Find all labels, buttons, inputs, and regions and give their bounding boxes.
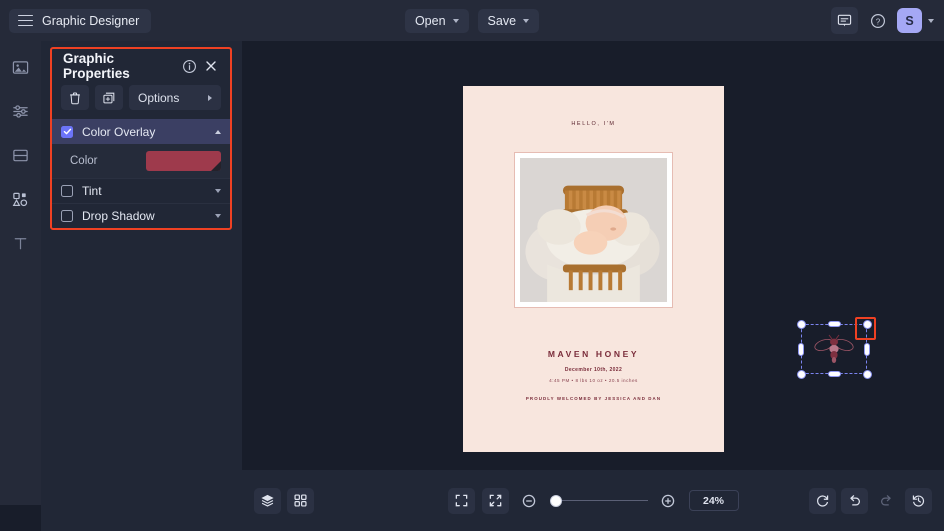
chevron-down-icon[interactable]: [215, 214, 221, 218]
app-title: Graphic Designer: [42, 13, 140, 28]
page-title: Graphic Properties: [63, 51, 130, 81]
sidebar-item-layouts[interactable]: [7, 141, 35, 169]
avatar[interactable]: S: [897, 8, 922, 33]
left-tool-rail: [0, 41, 41, 505]
sidebar-item-graphics[interactable]: [7, 185, 35, 213]
baby-photo[interactable]: [520, 158, 667, 302]
options-button[interactable]: Options: [129, 85, 221, 110]
handle-middle-left[interactable]: [798, 342, 804, 356]
image-icon: [12, 60, 29, 74]
design-card[interactable]: HELLO, I'M MAVEN HONEY December 10th, 20…: [463, 86, 724, 452]
main-menu-button[interactable]: Graphic Designer: [9, 8, 152, 33]
svg-text:?: ?: [875, 17, 880, 26]
zoom-level-input[interactable]: 24%: [688, 490, 739, 511]
history-button[interactable]: [905, 487, 932, 514]
reset-button[interactable]: [809, 487, 836, 514]
top-bar: Graphic Designer: [0, 0, 944, 41]
color-overlay-color-row: Color: [52, 144, 230, 178]
card-footer-text: PROUDLY WELCOMED BY JESSICA AND DAN: [525, 396, 662, 401]
handle-middle-right[interactable]: [864, 342, 870, 356]
sidebar-item-images[interactable]: [7, 53, 35, 81]
tint-checkbox[interactable]: [61, 185, 73, 197]
section-color-overlay[interactable]: Color Overlay: [52, 119, 230, 144]
handle-bottom-left[interactable]: [796, 369, 806, 379]
help-button[interactable]: ?: [864, 7, 891, 34]
photo-frame[interactable]: [514, 152, 673, 308]
tint-label: Tint: [82, 184, 102, 198]
open-label: Open: [414, 13, 446, 28]
hamburger-icon: [18, 14, 33, 27]
card-hello-text: HELLO, I'M: [571, 121, 616, 127]
bottom-toolbar: 24%: [242, 470, 944, 531]
redo-button[interactable]: [873, 488, 900, 514]
fit-selection-button[interactable]: [481, 487, 509, 514]
save-button[interactable]: Save: [477, 8, 540, 33]
chevron-right-icon: [208, 94, 212, 101]
highlight-annotation-box: [855, 317, 876, 340]
account-chevron-down-icon[interactable]: [928, 18, 934, 23]
section-tint[interactable]: Tint: [52, 178, 230, 203]
question-circle-icon: ?: [870, 13, 885, 28]
handle-top-center[interactable]: [827, 321, 841, 327]
refresh-icon: [817, 495, 829, 507]
zoom-slider[interactable]: [549, 494, 648, 507]
section-drop-shadow[interactable]: Drop Shadow: [52, 203, 230, 228]
sidebar-item-adjustments[interactable]: [7, 97, 35, 125]
top-bar-right-actions: ? S: [831, 0, 934, 41]
chevron-down-icon: [523, 18, 530, 23]
layout-icon: [13, 149, 28, 161]
fit-screen-icon: [455, 494, 467, 507]
chevron-down-icon: [452, 18, 459, 23]
card-stats-text: 4:45 PM • 8 lbs 10 oz • 20.5 inches: [549, 378, 638, 383]
trash-icon: [70, 92, 80, 104]
zoom-out-icon: [522, 494, 536, 507]
fit-screen-button[interactable]: [447, 487, 475, 514]
open-button[interactable]: Open: [404, 8, 469, 33]
handle-top-left[interactable]: [796, 319, 806, 329]
redo-icon: [881, 495, 891, 506]
color-label: Color: [70, 155, 98, 167]
drop-shadow-checkbox[interactable]: [61, 210, 73, 222]
color-swatch[interactable]: [145, 151, 221, 171]
panel-header: Graphic Properties: [52, 49, 230, 83]
save-label: Save: [487, 13, 517, 28]
comment-icon: [837, 14, 852, 27]
fit-selection-icon: [489, 494, 501, 507]
duplicate-button[interactable]: [95, 85, 123, 110]
panel-tool-row: Options: [52, 83, 230, 119]
sidebar-item-text[interactable]: [7, 229, 35, 257]
history-icon: [912, 495, 925, 507]
zoom-in-icon: [661, 494, 675, 507]
undo-icon: [850, 495, 860, 506]
card-date-text: December 10th, 2022: [564, 367, 623, 373]
delete-button[interactable]: [61, 85, 89, 110]
drop-shadow-label: Drop Shadow: [82, 209, 155, 223]
canvas-area[interactable]: HELLO, I'M MAVEN HONEY December 10th, 20…: [242, 41, 944, 470]
zoom-slider-handle[interactable]: [549, 494, 562, 507]
undo-button[interactable]: [841, 487, 868, 514]
text-icon: [14, 237, 27, 249]
zoom-out-button[interactable]: [516, 488, 543, 514]
properties-panel-container: Graphic Properties Options Color Overlay…: [41, 41, 242, 531]
color-overlay-label: Color Overlay: [82, 124, 156, 139]
app-root: Graphic Designer Open Save ? S Graphic P…: [0, 0, 944, 531]
shapes-icon: [12, 192, 28, 206]
color-overlay-checkbox[interactable]: [61, 125, 73, 138]
close-icon[interactable]: [200, 55, 222, 77]
zoom-in-button[interactable]: [655, 488, 682, 514]
duplicate-icon: [103, 92, 115, 103]
history-controls: [809, 487, 932, 514]
info-icon[interactable]: [178, 55, 200, 77]
chevron-down-icon[interactable]: [215, 189, 221, 193]
options-label: Options: [138, 90, 180, 105]
card-name-text: MAVEN HONEY: [547, 349, 640, 359]
zoom-slider-track[interactable]: [561, 499, 648, 502]
handle-bottom-center[interactable]: [827, 371, 841, 377]
chevron-up-icon[interactable]: [215, 129, 221, 134]
graphic-properties-panel: Graphic Properties Options Color Overlay…: [50, 47, 232, 230]
handle-bottom-right[interactable]: [862, 369, 872, 379]
feedback-button[interactable]: [831, 7, 858, 34]
sliders-icon: [13, 104, 28, 118]
